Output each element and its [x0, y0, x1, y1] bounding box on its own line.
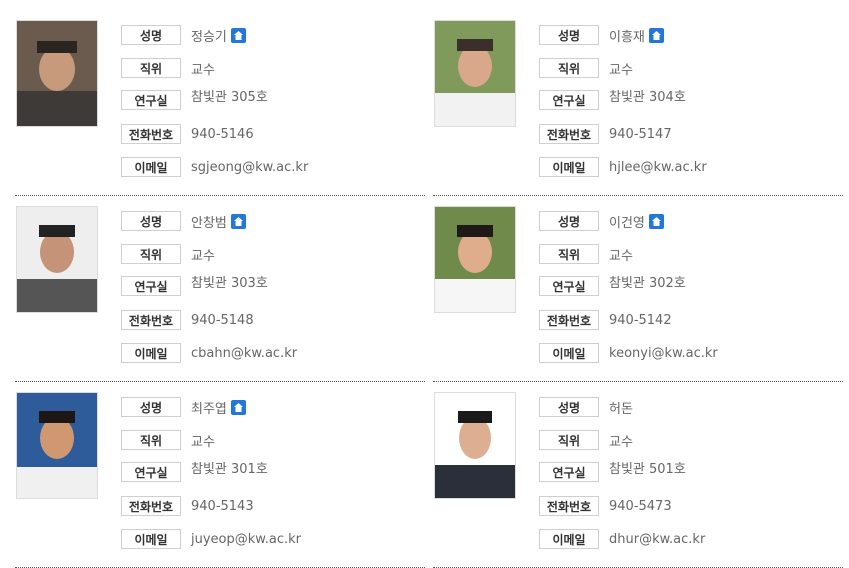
email-value[interactable]: sgjeong@kw.ac.kr: [191, 160, 308, 175]
phone-label: 전화번호: [539, 496, 599, 516]
faculty-card: 성명 이흥재 직위 교수 연구실 참빛관 304호 전화번호 940-5147 이메일 h…: [433, 16, 843, 196]
name-label: 성명: [121, 25, 181, 45]
name-label: 성명: [121, 397, 181, 417]
email-value[interactable]: juyeop@kw.ac.kr: [191, 532, 301, 547]
faculty-card: 성명 최주엽 직위 교수 연구실 참빛관 301호 전화번호 940-5143 이메일 j…: [15, 388, 425, 568]
name-label: 성명: [539, 25, 599, 45]
position-label: 직위: [121, 430, 181, 450]
office-label: 연구실: [539, 462, 599, 482]
position-value: 교수: [191, 62, 215, 78]
email-label: 이메일: [121, 157, 181, 177]
name-value: 최주엽: [191, 401, 227, 417]
phone-value: 940-5143: [191, 498, 254, 514]
faculty-card: 성명 허돈 직위 교수 연구실 참빛관 501호 전화번호 940-5473 이메일 dh…: [433, 388, 843, 568]
profile-photo: [16, 206, 98, 313]
name-value: 안창범: [191, 215, 227, 231]
office-label: 연구실: [539, 276, 599, 296]
phone-label: 전화번호: [539, 310, 599, 330]
email-label: 이메일: [539, 157, 599, 177]
home-icon[interactable]: [230, 213, 246, 229]
office-label: 연구실: [121, 276, 181, 296]
position-value: 교수: [191, 434, 215, 450]
separator: [15, 381, 425, 382]
profile-photo: [16, 20, 98, 127]
name-value: 이건영: [609, 215, 645, 231]
email-label: 이메일: [539, 529, 599, 549]
phone-value: 940-5147: [609, 126, 672, 142]
office-value: 참빛관 303호: [191, 275, 268, 291]
phone-value: 940-5473: [609, 498, 672, 514]
office-value: 참빛관 301호: [191, 461, 268, 477]
position-value: 교수: [609, 434, 633, 450]
name-value: 정승기: [191, 29, 227, 45]
office-value: 참빛관 302호: [609, 275, 686, 291]
office-label: 연구실: [121, 90, 181, 110]
name-value: 허돈: [609, 401, 633, 417]
profile-photo: [434, 392, 516, 499]
office-value: 참빛관 305호: [191, 89, 268, 105]
position-value: 교수: [609, 62, 633, 78]
position-value: 교수: [609, 248, 633, 264]
profile-photo: [434, 20, 516, 127]
phone-value: 940-5146: [191, 126, 254, 142]
office-value: 참빛관 304호: [609, 89, 686, 105]
phone-label: 전화번호: [121, 496, 181, 516]
email-label: 이메일: [539, 343, 599, 363]
phone-label: 전화번호: [121, 310, 181, 330]
office-label: 연구실: [121, 462, 181, 482]
position-label: 직위: [539, 58, 599, 78]
office-value: 참빛관 501호: [609, 461, 686, 477]
name-label: 성명: [539, 211, 599, 231]
home-icon[interactable]: [648, 27, 664, 43]
email-value[interactable]: dhur@kw.ac.kr: [609, 532, 705, 547]
email-label: 이메일: [121, 343, 181, 363]
position-value: 교수: [191, 248, 215, 264]
name-value: 이흥재: [609, 29, 645, 45]
email-value[interactable]: keonyi@kw.ac.kr: [609, 346, 718, 361]
profile-photo: [16, 392, 98, 499]
email-value[interactable]: cbahn@kw.ac.kr: [191, 346, 297, 361]
position-label: 직위: [121, 58, 181, 78]
email-value[interactable]: hjlee@kw.ac.kr: [609, 160, 707, 175]
phone-value: 940-5142: [609, 312, 672, 328]
home-icon[interactable]: [230, 27, 246, 43]
email-label: 이메일: [121, 529, 181, 549]
name-label: 성명: [121, 211, 181, 231]
separator: [433, 195, 843, 196]
faculty-card: 성명 안창범 직위 교수 연구실 참빛관 303호 전화번호 940-5148 이메일 c…: [15, 202, 425, 382]
home-icon[interactable]: [230, 399, 246, 415]
name-label: 성명: [539, 397, 599, 417]
position-label: 직위: [539, 430, 599, 450]
position-label: 직위: [121, 244, 181, 264]
profile-photo: [434, 206, 516, 313]
faculty-card: 성명 이건영 직위 교수 연구실 참빛관 302호 전화번호 940-5142 이메일 k…: [433, 202, 843, 382]
office-label: 연구실: [539, 90, 599, 110]
phone-label: 전화번호: [121, 124, 181, 144]
phone-value: 940-5148: [191, 312, 254, 328]
separator: [433, 381, 843, 382]
separator: [15, 195, 425, 196]
home-icon[interactable]: [648, 213, 664, 229]
phone-label: 전화번호: [539, 124, 599, 144]
position-label: 직위: [539, 244, 599, 264]
faculty-card: 성명 정승기 직위 교수 연구실 참빛관 305호 전화번호 940-5146 이메일 s…: [15, 16, 425, 196]
